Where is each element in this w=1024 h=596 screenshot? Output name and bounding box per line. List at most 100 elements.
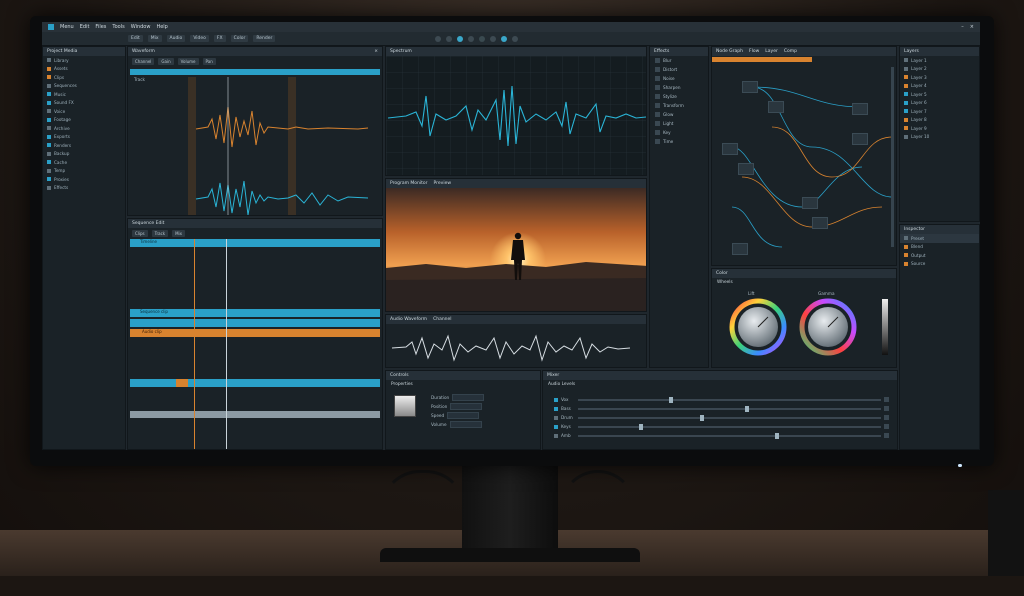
effect-item[interactable]: Distort: [663, 67, 677, 72]
layer-item[interactable]: Layer 9: [900, 124, 979, 133]
layer-item[interactable]: Layer 3: [900, 73, 979, 82]
folder-label[interactable]: Library: [43, 56, 125, 65]
graph-node[interactable]: [732, 243, 748, 255]
channel-fader[interactable]: [578, 405, 882, 412]
transport-rewind-icon[interactable]: [435, 35, 442, 42]
graph-node[interactable]: [742, 81, 758, 93]
timeline-clip[interactable]: [130, 319, 380, 327]
node-graph-scrollbar[interactable]: [891, 67, 894, 247]
graph-node[interactable]: [812, 217, 828, 229]
play-icon[interactable]: [457, 35, 464, 42]
menu-item[interactable]: Help: [156, 24, 167, 30]
timeline-marker[interactable]: [176, 379, 188, 387]
layer-item[interactable]: Layer 8: [900, 116, 979, 125]
list-item[interactable]: Footage: [43, 116, 125, 125]
list-item[interactable]: Effects: [43, 184, 125, 193]
transport-forward-icon[interactable]: [468, 35, 475, 42]
timeline-header-clip[interactable]: Timeline: [130, 239, 380, 247]
effect-item[interactable]: Sharpen: [663, 85, 681, 90]
toolbar-fx-button[interactable]: FX: [213, 35, 226, 42]
duration-field[interactable]: [452, 394, 485, 401]
tab-flow[interactable]: Flow: [749, 49, 759, 54]
toolbar-video-button[interactable]: Video: [190, 35, 209, 42]
inspector-item[interactable]: Preset: [900, 234, 979, 243]
luma-slider[interactable]: [882, 299, 888, 355]
menu-item[interactable]: Edit: [80, 24, 90, 30]
graph-node[interactable]: [852, 133, 868, 145]
snap-icon[interactable]: [501, 35, 508, 42]
tab-track[interactable]: Track: [151, 230, 169, 237]
effect-item[interactable]: Blur: [663, 58, 671, 63]
color-wheel-gamma[interactable]: [798, 297, 858, 357]
effect-item[interactable]: Key: [663, 130, 671, 135]
list-item[interactable]: Assets: [43, 65, 125, 74]
window-minimize-icon[interactable]: –: [961, 24, 964, 30]
layer-item[interactable]: Layer 4: [900, 82, 979, 91]
timeline-clip[interactable]: Audio clip: [130, 329, 380, 337]
playhead[interactable]: [226, 239, 227, 449]
toolbar-audio-button[interactable]: Audio: [166, 35, 186, 42]
list-item[interactable]: Sound FX: [43, 99, 125, 108]
list-item[interactable]: Cache: [43, 158, 125, 167]
tab-comp[interactable]: Comp: [784, 49, 797, 54]
list-item[interactable]: Voice: [43, 107, 125, 116]
layer-item[interactable]: Layer 1: [900, 56, 979, 65]
toolbar-render-button[interactable]: Render: [253, 35, 276, 42]
effect-item[interactable]: Light: [663, 121, 673, 126]
graph-node[interactable]: [738, 163, 754, 175]
graph-node[interactable]: [802, 197, 818, 209]
volume-field[interactable]: [449, 421, 482, 428]
timeline-clip[interactable]: [130, 379, 380, 387]
mute-icon[interactable]: [884, 406, 889, 411]
graph-node[interactable]: [768, 101, 784, 113]
playhead-orange[interactable]: [194, 239, 195, 449]
spectrum-display[interactable]: [386, 56, 647, 176]
graph-node[interactable]: [722, 143, 738, 155]
tab-layer[interactable]: Layer: [765, 49, 778, 54]
tab-pan[interactable]: Pan: [202, 58, 216, 65]
tab-mix[interactable]: Mix: [172, 230, 186, 237]
menu-item[interactable]: Tools: [112, 24, 124, 30]
channel-fader[interactable]: [578, 432, 882, 439]
list-item[interactable]: Proxies: [43, 175, 125, 184]
audio-clip-bar[interactable]: [130, 69, 380, 75]
toolbar-edit-button[interactable]: Edit: [128, 35, 143, 42]
mute-icon[interactable]: [884, 433, 889, 438]
effect-item[interactable]: Stylize: [663, 94, 677, 99]
toolbar-mix-button[interactable]: Mix: [147, 35, 162, 42]
inspector-item[interactable]: Source: [900, 260, 979, 269]
waveform-display[interactable]: [128, 77, 383, 216]
layer-item[interactable]: Layer 2: [900, 65, 979, 74]
tab-volume[interactable]: Volume: [177, 58, 199, 65]
list-item[interactable]: Sequences: [43, 82, 125, 91]
menu-item[interactable]: Menu: [60, 24, 74, 30]
tab-gain[interactable]: Gain: [158, 58, 174, 65]
list-item[interactable]: Music: [43, 90, 125, 99]
color-wheel-lift[interactable]: [728, 297, 788, 357]
channel-fader[interactable]: [578, 396, 882, 403]
transport-back-icon[interactable]: [446, 35, 453, 42]
marker-icon[interactable]: [512, 35, 519, 42]
mute-icon[interactable]: [884, 397, 889, 402]
layer-item[interactable]: Layer 7: [900, 107, 979, 116]
clip-thumbnail[interactable]: [394, 395, 416, 417]
list-item[interactable]: Exports: [43, 133, 125, 142]
inspector-item[interactable]: Blend: [900, 243, 979, 252]
menu-item[interactable]: Window: [131, 24, 151, 30]
audio-waveform-display[interactable]: [386, 324, 647, 368]
panel-close-icon[interactable]: ×: [374, 49, 382, 54]
layer-item[interactable]: Layer 6: [900, 99, 979, 108]
mute-icon[interactable]: [884, 415, 889, 420]
effect-item[interactable]: Noise: [663, 76, 675, 81]
timeline-clip[interactable]: [130, 411, 380, 418]
effect-item[interactable]: Transform: [663, 103, 684, 108]
loop-icon[interactable]: [490, 35, 497, 42]
record-icon[interactable]: [479, 35, 486, 42]
speed-field[interactable]: [447, 412, 480, 419]
position-field[interactable]: [450, 403, 483, 410]
tab-clips[interactable]: Clips: [132, 230, 148, 237]
effect-item[interactable]: Glow: [663, 112, 673, 117]
timeline-clip[interactable]: Sequence clip: [130, 309, 380, 317]
graph-node[interactable]: [852, 103, 868, 115]
tab-channel[interactable]: Channel: [132, 58, 155, 65]
